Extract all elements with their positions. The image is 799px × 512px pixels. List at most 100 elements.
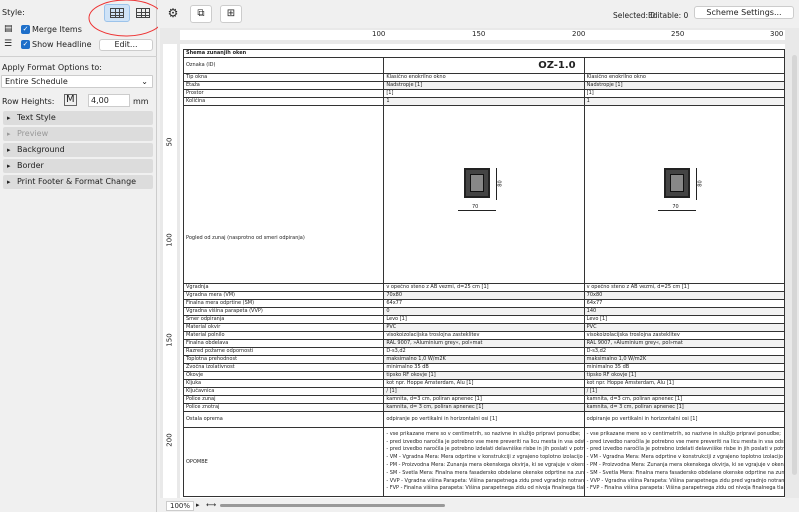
note-line: - PM - Proizvodna Mera: Zunanja mera oke… (586, 462, 784, 468)
row-value[interactable]: kot npr. Hoppe Amsterdam, Alu [1] (583, 379, 786, 388)
note-line: - FVP - Finalna višina parapeta: Višina … (386, 485, 584, 492)
row-height-icon: M (64, 94, 77, 106)
table-row: Smer odpiranja Levo [1] Levo [1] (182, 315, 786, 324)
note-line: - vse prikazane mere so v centimetrih, s… (386, 430, 581, 437)
row-label: Tip okna (182, 73, 385, 82)
section-background[interactable]: Background (3, 143, 153, 157)
row-value[interactable]: odpiranje po vertikalni in horizontalni … (583, 411, 786, 428)
show-headline-checkbox[interactable]: ✓ (21, 40, 30, 49)
dimension-height: 80 (497, 180, 504, 187)
row-height-input[interactable]: 4,00 (88, 94, 130, 107)
row-value[interactable]: kamnita, d=3 cm, poliran apnenec [1] (383, 395, 585, 404)
zoom-level[interactable]: 100% (166, 501, 195, 511)
row-value[interactable]: tipsko RF okovje [1] (383, 371, 585, 380)
play-icon[interactable]: ▸ (196, 501, 200, 509)
row-value[interactable]: visokoizolacijska troslojna zasteklitev (383, 331, 585, 340)
note-line: - PM - Proizvodna Mera: Zunanja mera oke… (386, 462, 584, 468)
gear-icon[interactable]: ⚙ (162, 5, 184, 23)
row-value[interactable]: kamnita, d=3 cm, poliran apnenec [1] (583, 395, 786, 404)
row-label: Ključavnica (182, 387, 385, 396)
row-value[interactable]: D-s3,d2 (583, 347, 786, 356)
notes-cell[interactable]: - vse prikazane mere so v centimetrih, s… (583, 427, 786, 497)
row-value[interactable]: Levo [1] (383, 315, 585, 324)
window-elevation-icon (463, 168, 490, 198)
horizontal-scrollbar[interactable] (220, 504, 445, 507)
apply-select[interactable]: Entire Schedule ⌄ (1, 75, 153, 88)
row-value[interactable]: / [1] (383, 387, 585, 396)
row-label: Prostor (182, 89, 385, 98)
section-border[interactable]: Border (3, 159, 153, 173)
row-label: Vgradnja (182, 283, 385, 292)
section-print-footer[interactable]: Print Footer & Format Change (3, 175, 153, 189)
row-value[interactable]: 70x80 (583, 291, 786, 300)
row-value[interactable]: PVC (583, 323, 786, 332)
id-value[interactable]: OZ-1.0 (383, 57, 585, 74)
ruler-tick: 100 (372, 30, 386, 38)
merge-items-checkbox[interactable]: ✓ (21, 25, 30, 34)
style-label: Style: (2, 8, 25, 17)
row-value[interactable]: minimalno 35 dB (583, 363, 786, 372)
section-text-style[interactable]: Text Style (3, 111, 153, 125)
row-value[interactable]: / [1] (583, 387, 786, 396)
row-value[interactable]: minimalno 35 dB (383, 363, 585, 372)
row-value[interactable]: maksimalno 1,0 W/m2K (383, 355, 585, 364)
row-label: Ostala oprema (182, 411, 385, 428)
row-label: Vgradna višina parapeta (VVP) (182, 307, 385, 316)
schedule-toolbar: ⚙ ⧉ ⊞ Selected: 0 Editable: 0 Scheme Set… (158, 0, 799, 28)
section-preview[interactable]: Preview (3, 127, 153, 141)
row-value[interactable]: [1] (383, 89, 585, 98)
row-value[interactable]: Nadstropje [1] (583, 81, 786, 90)
row-label: Kljuka (182, 379, 385, 388)
vertical-scrollbar[interactable] (792, 55, 797, 475)
fit-selection-button[interactable]: ⧉ (190, 5, 212, 23)
row-value[interactable]: RAL 9007, »Aluminium grey«, pol»mat (583, 339, 786, 348)
window-view-cell[interactable]: 80 70 (583, 105, 786, 284)
row-value[interactable]: visokoizolacijska troslojna zasteklitev (583, 331, 786, 340)
id-label: Oznaka (ID) (182, 57, 385, 74)
window-view-cell[interactable]: 80 70 (383, 105, 585, 284)
row-value[interactable]: v opečno steno z AB vezmi, d=25 cm [1] (383, 283, 585, 292)
row-value[interactable]: [1] (583, 89, 786, 98)
row-value[interactable]: kot npr. Hoppe Amsterdam, Alu [1] (383, 379, 585, 388)
table-row: Ključavnica / [1] / [1] (182, 387, 786, 396)
apply-label: Apply Format Options to: (2, 63, 102, 72)
row-label: Finalna mera odprtine (SM) (182, 299, 385, 308)
group-button[interactable]: ⊞ (220, 5, 242, 23)
row-value[interactable]: 0 (383, 307, 585, 316)
row-value[interactable]: 70x80 (383, 291, 585, 300)
row-label: Zvočna izolativnost (182, 363, 385, 372)
row-value[interactable]: kamnita, d= 3 cm, poliran apnenec [1] (583, 403, 786, 412)
row-label: Okovje (182, 371, 385, 380)
row-value[interactable]: Klasično enokrilno okno (383, 73, 585, 82)
row-value[interactable]: RAL 9007, »Aluminium grey«, pol»mat (383, 339, 585, 348)
dimension-width: 70 (672, 204, 679, 210)
row-value[interactable]: 64x77 (583, 299, 786, 308)
row-value[interactable]: 140 (583, 307, 786, 316)
row-value[interactable]: tipsko RF okovje [1] (583, 371, 786, 380)
notes-cell[interactable]: - vse prikazane mere so v centimetrih, s… (383, 427, 585, 497)
dimension-height: 80 (698, 180, 705, 187)
scheme-settings-button[interactable]: Scheme Settings... (694, 6, 794, 19)
ruler-tick: 150 (472, 30, 486, 38)
row-value[interactable]: Levo [1] (583, 315, 786, 324)
row-value[interactable]: 1 (383, 97, 585, 106)
row-value[interactable]: 1 (583, 97, 786, 106)
row-value[interactable]: PVC (383, 323, 585, 332)
row-value[interactable]: v opečno steno z AB vezmi, d=25 cm [1] (583, 283, 786, 292)
row-value[interactable]: odpiranje po vertikalni in horizontalni … (383, 411, 585, 428)
row-value[interactable]: Klasično enokrilno okno (583, 73, 786, 82)
row-value[interactable]: kamnita, d= 3 cm, poliran apnenec [1] (383, 403, 585, 412)
notes-label: OPOMBE (182, 427, 385, 497)
show-headline-label: Show Headline (32, 40, 92, 49)
fit-width-icon[interactable]: ⟷ (206, 501, 216, 509)
row-value[interactable]: 64x77 (383, 299, 585, 308)
row-label: Finalna obdelava (182, 339, 385, 348)
table-row: Tip okna Klasično enokrilno okno Klasično … (182, 73, 786, 82)
note-line: - VM - Vgradna Mera: Mera odprtine v kon… (586, 454, 785, 461)
table-row: Material okvir PVC PVC (182, 323, 786, 332)
row-value[interactable]: Nadstropje [1] (383, 81, 585, 90)
row-value[interactable]: maksimalno 1,0 W/m2K (583, 355, 786, 364)
note-line: - VM - Vgradna Mera: Mera odprtine v kon… (386, 454, 585, 461)
schedule-title: Shema zunanjih oken (183, 49, 785, 58)
row-value[interactable]: D-s3,d2 (383, 347, 585, 356)
